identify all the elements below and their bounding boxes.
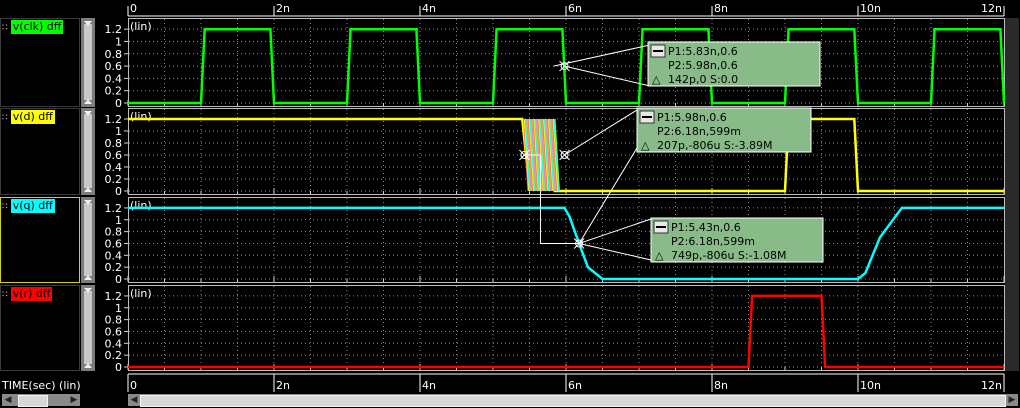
panel-4: 1.210.80.60.40.20(lin) xyxy=(0,285,1005,374)
y-tick-label: 1.2 xyxy=(105,23,123,36)
time-tick-label-bottom: 6n xyxy=(568,379,582,392)
measurement-delta: 142p,0 S:0.0 xyxy=(668,73,738,86)
measurement-delta: 749p,-806u S:-1.08M xyxy=(671,249,787,262)
time-scrollbar[interactable]: ◀ ▶ xyxy=(128,394,1018,407)
label-scrollbar[interactable]: ◀ ▶ xyxy=(2,394,80,407)
y-scrollbar-thumb[interactable] xyxy=(84,114,92,188)
scale-label: (lin) xyxy=(130,20,152,33)
y-scrollbar-thumb[interactable] xyxy=(84,203,92,276)
drag-handle-icon[interactable]: ∷ xyxy=(2,113,8,123)
delta-icon: △ xyxy=(655,249,664,262)
time-tick-label-bottom: 4n xyxy=(422,379,436,392)
scale-label: (lin) xyxy=(130,287,152,300)
y-tick-label: 0 xyxy=(115,185,122,198)
measurement-box-3[interactable]: P1:5.43n,0.6P2:6.18n,599m △ 749p,-806u S:-… xyxy=(650,217,824,263)
panel-3: 1.210.80.60.40.20(lin) xyxy=(0,197,1005,286)
trace-name: v(clk) dff xyxy=(10,20,64,34)
trace-label-1[interactable]: ∷ v(clk) dff xyxy=(2,20,78,34)
measurement-p1: P1:5.98n,0.6 xyxy=(657,111,727,124)
cursor-icon[interactable] xyxy=(559,149,570,161)
y-tick-label: 0 xyxy=(115,361,122,374)
time-tick-label-bottom: 0 xyxy=(130,379,137,392)
time-tick-label-top: 10n xyxy=(860,2,881,15)
cursor-icon[interactable] xyxy=(519,149,530,161)
y-tick-label: 0.6 xyxy=(105,60,123,73)
y-tick-label: 0.8 xyxy=(105,48,123,61)
arrow-left-icon[interactable]: ◀ xyxy=(128,394,140,406)
scale-label: (lin) xyxy=(130,199,152,212)
arrow-left-icon[interactable]: ◀ xyxy=(2,394,14,406)
time-tick-label-top: 4n xyxy=(422,2,436,15)
arrow-right-icon[interactable]: ▶ xyxy=(68,394,80,406)
y-tick-label: 0.2 xyxy=(105,85,123,98)
measurement-box-2[interactable]: P1:5.98n,0.6P2:6.18n,599m △ 207p,-806u S:-… xyxy=(636,107,812,153)
y-tick-label: 0 xyxy=(115,273,122,286)
trace-name: v(d) dff xyxy=(10,110,55,124)
trace-label-3[interactable]: ∷ v(q) dff xyxy=(2,199,78,213)
waveform-viewer[interactable]: 1.210.80.60.40.20(lin)1.210.80.60.40.20(… xyxy=(0,0,1020,408)
time-tick-label-top: 6n xyxy=(568,2,582,15)
measurement-delta: 207p,-806u S:-3.89M xyxy=(657,139,773,152)
y-tick-label: 1 xyxy=(115,35,122,48)
y-scrollbar-thumb[interactable] xyxy=(84,291,92,364)
y-scrollbar-thumb[interactable] xyxy=(84,24,92,100)
trace-name: v(r) dff xyxy=(10,287,53,301)
delta-icon: △ xyxy=(652,73,661,86)
right-gutter xyxy=(1005,18,1019,371)
time-tick-label-bottom: 12n xyxy=(981,379,1002,392)
time-tick-label-top: 2n xyxy=(276,2,290,15)
measurement-box-1[interactable]: P1:5.83n,0.6P2:5.98n,0.6 △ 142p,0 S:0.0 xyxy=(647,41,821,87)
arrow-right-icon[interactable]: ▶ xyxy=(1006,394,1018,406)
drag-handle-icon[interactable]: ∷ xyxy=(2,202,8,212)
measurement-p1: P1:5.43n,0.6 xyxy=(671,221,741,234)
time-scrollbar-thumb[interactable] xyxy=(140,395,1006,407)
trace-label-4[interactable]: ∷ v(r) dff xyxy=(2,287,78,301)
trace-label-2[interactable]: ∷ v(d) dff xyxy=(2,110,78,124)
time-tick-label-top: 8n xyxy=(714,2,728,15)
time-tick-label-bottom: 10n xyxy=(860,379,881,392)
measurement-p1: P1:5.83n,0.6 xyxy=(668,45,738,58)
y-tick-label: 0 xyxy=(115,97,122,110)
time-axis-label: TIME(sec) (lin) xyxy=(2,379,81,392)
scale-label: (lin) xyxy=(130,110,152,123)
time-tick-label-top: 12n xyxy=(981,2,1002,15)
measurement-p2: P2:6.18n,599m xyxy=(657,125,741,138)
cursor-icon[interactable] xyxy=(559,60,570,72)
time-tick-label-bottom: 8n xyxy=(714,379,728,392)
delta-icon: △ xyxy=(641,139,650,152)
drag-handle-icon[interactable]: ∷ xyxy=(2,290,8,300)
measurement-p2: P2:5.98n,0.6 xyxy=(668,59,738,72)
time-tick-label-bottom: 2n xyxy=(276,379,290,392)
y-tick-label: 0.4 xyxy=(105,72,123,85)
drag-handle-icon[interactable]: ∷ xyxy=(2,23,8,33)
measurement-p2: P2:6.18n,599m xyxy=(671,235,755,248)
label-scrollbar-thumb[interactable] xyxy=(18,395,48,407)
time-tick-label-top: 0 xyxy=(130,2,137,15)
cursor-icon[interactable] xyxy=(573,238,585,249)
trace-name: v(q) dff xyxy=(10,199,55,213)
